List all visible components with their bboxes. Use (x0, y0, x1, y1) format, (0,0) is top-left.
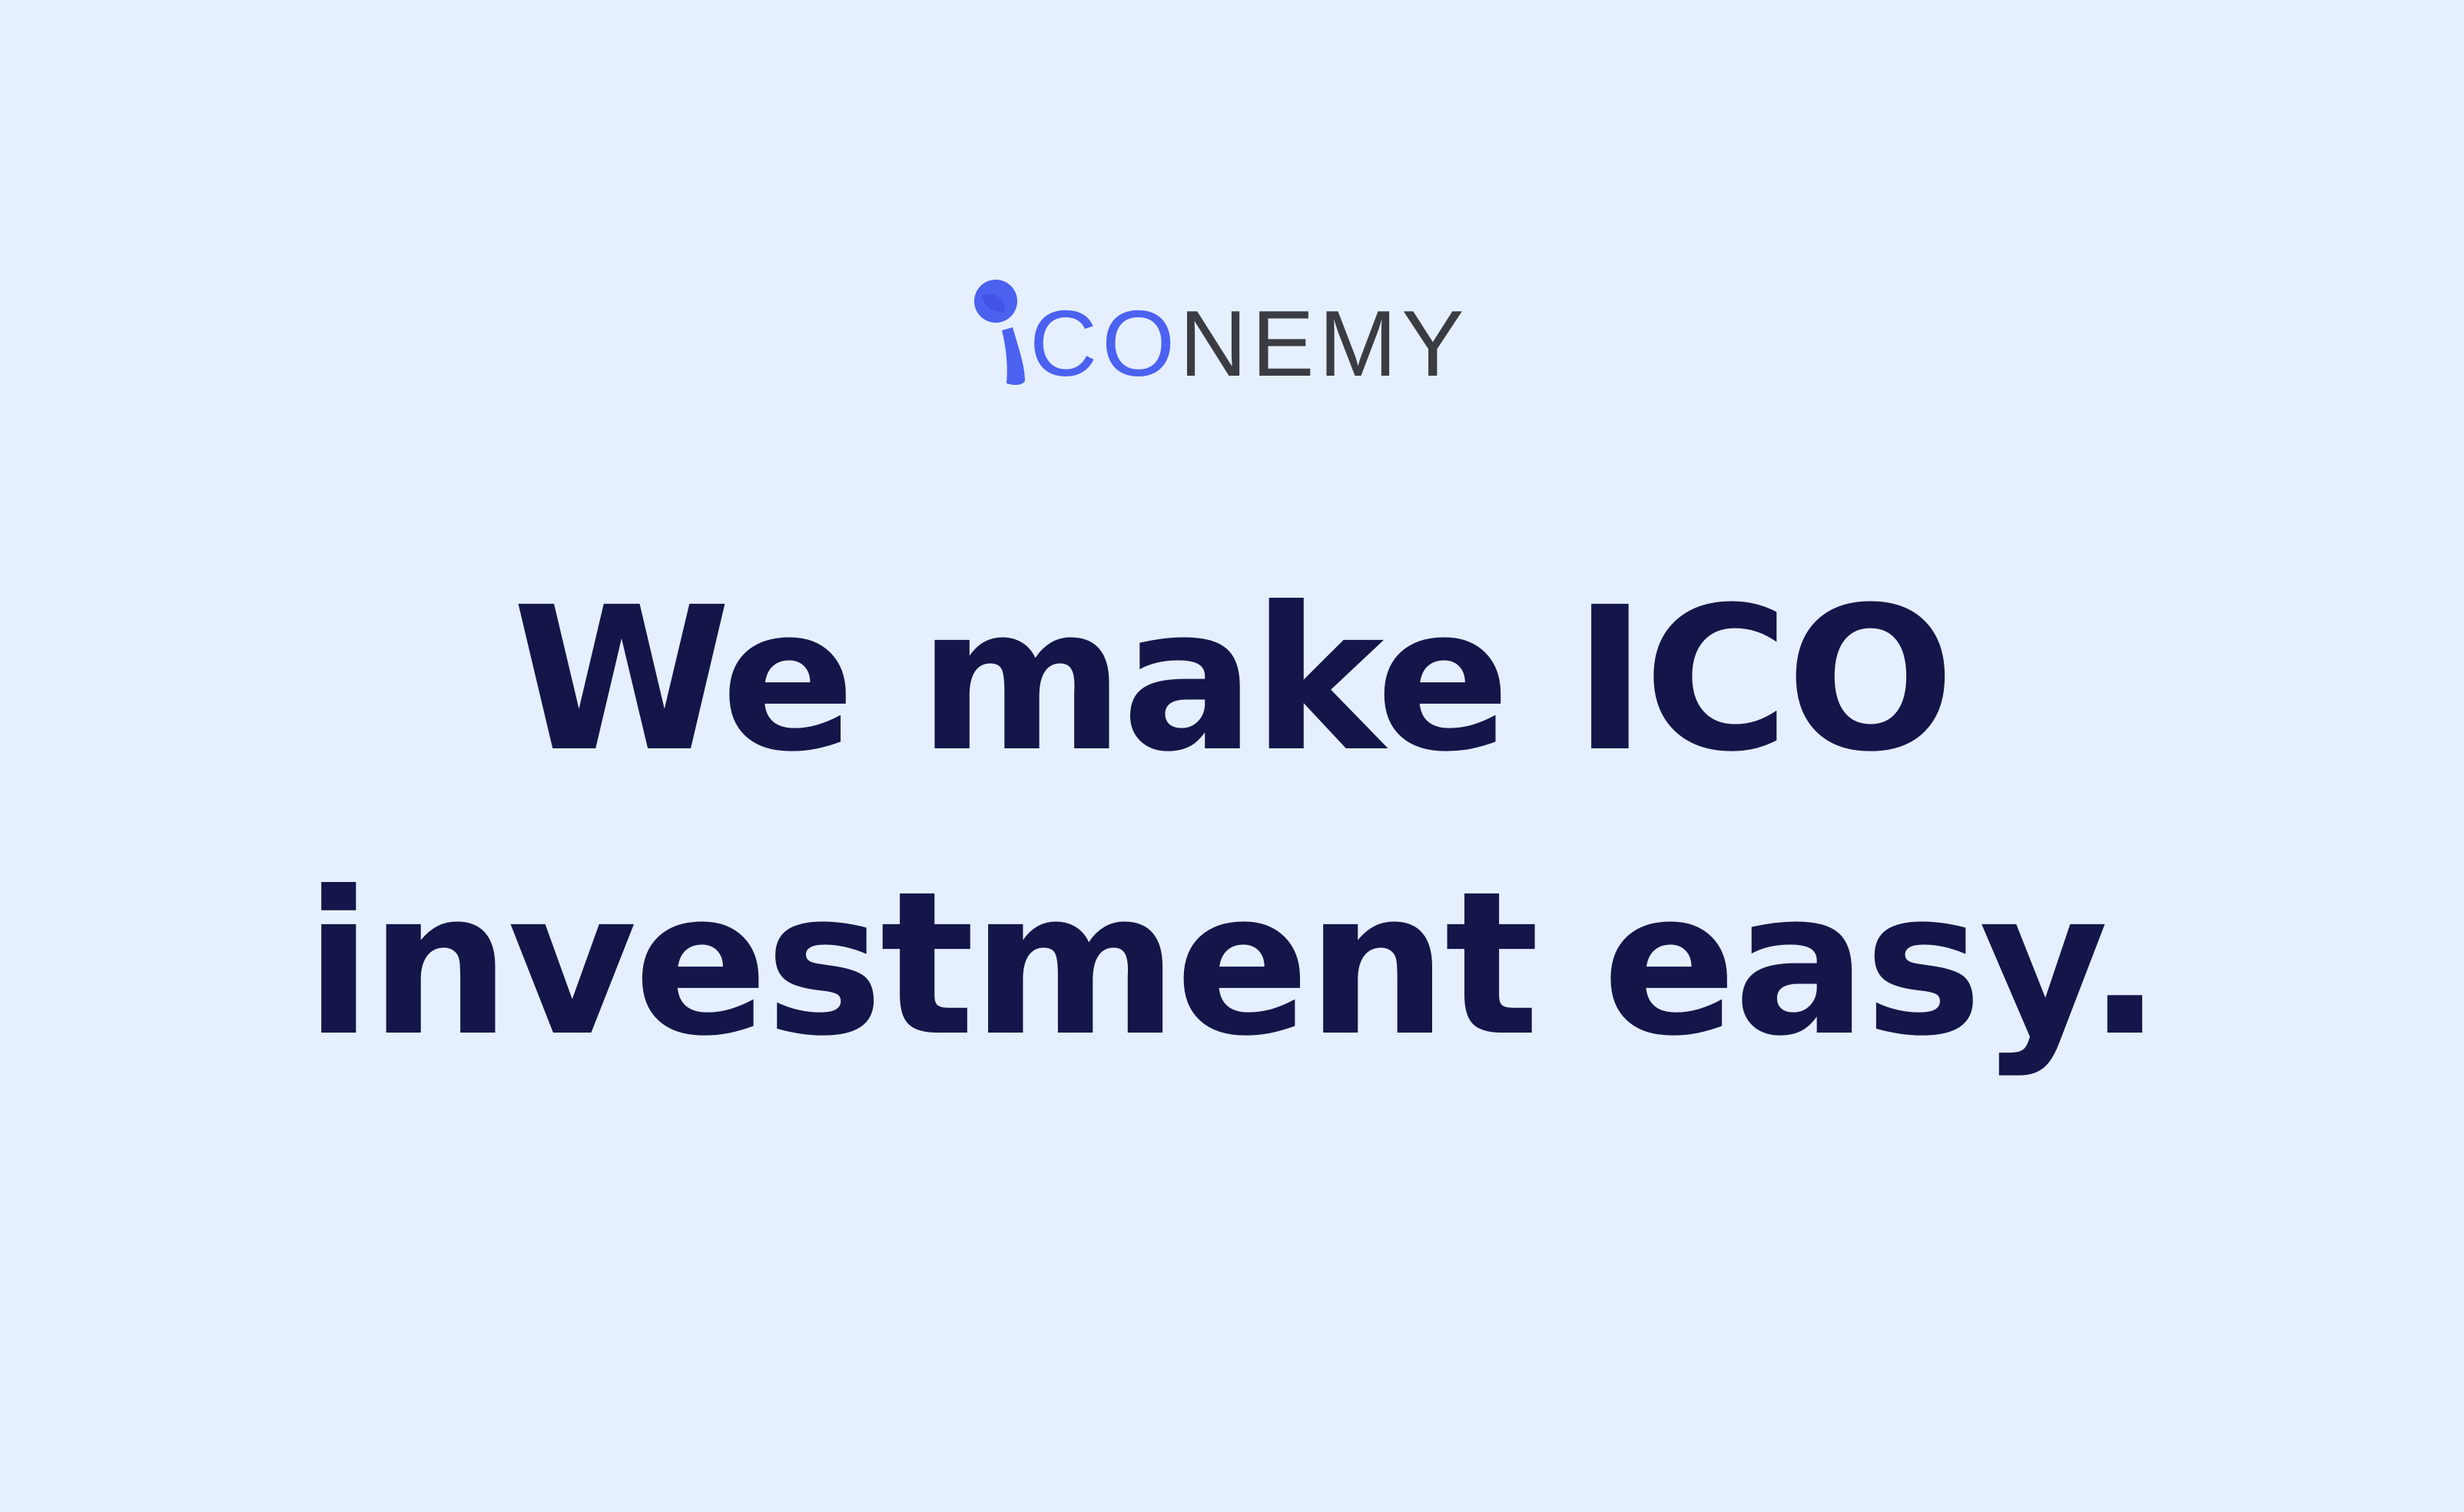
logo-wordmark: CO NEMY (1030, 275, 1468, 393)
logo-text-rest: NEMY (1179, 291, 1469, 396)
iconemy-logo[interactable]: CO NEMY (968, 278, 1468, 393)
headline-line-2: investment easy. (304, 849, 2163, 1079)
hero-headline: We make ICO investment easy. (0, 538, 2464, 1106)
person-i-icon (968, 278, 1030, 393)
headline-line-1: We make ICO (512, 565, 1955, 795)
landing-page: CO NEMY We make ICO investment easy. (0, 0, 2464, 1512)
logo-text-accent: CO (1030, 291, 1179, 396)
